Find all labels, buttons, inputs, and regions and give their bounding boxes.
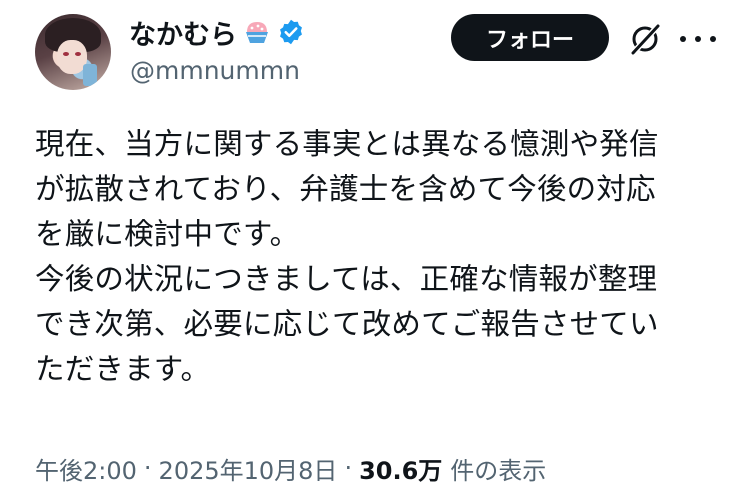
- views-label: 件の表示: [450, 456, 547, 485]
- post-text-line: が拡散されており、弁護士を含めて今後の対応: [35, 172, 656, 206]
- post-text: 現在、当方に関する事実とは異なる憶測や発信 が拡散されており、弁護士を含めて今後…: [35, 122, 725, 392]
- grok-icon[interactable]: [628, 22, 662, 56]
- meta-separator: ·: [143, 454, 152, 482]
- post-text-line: でき次第、必要に応じて改めてご報告させてい: [35, 307, 659, 341]
- views-count[interactable]: 30.6万: [359, 451, 442, 486]
- more-dot: [695, 36, 701, 42]
- post-time[interactable]: 午後2:00: [35, 451, 137, 486]
- user-handle[interactable]: @mmnummn: [130, 56, 300, 85]
- name-row: なかむら: [129, 13, 305, 52]
- shaved-ice-emoji-icon: [246, 22, 268, 43]
- more-dot: [710, 36, 716, 42]
- post-text-line: を厳に検討中です。: [35, 217, 300, 251]
- post-text-line: ただきます。: [35, 352, 211, 386]
- post-text-line: 今後の状況につきましては、正確な情報が整理: [35, 262, 658, 296]
- avatar[interactable]: [35, 14, 111, 90]
- display-name[interactable]: なかむら: [129, 13, 237, 52]
- follow-button[interactable]: フォロー: [451, 14, 609, 61]
- more-dots-icon[interactable]: [680, 22, 716, 56]
- post-date[interactable]: 2025年10月8日: [159, 451, 338, 486]
- avatar-eye-left: [63, 52, 69, 56]
- avatar-drink: [83, 64, 97, 86]
- avatar-eye-right: [75, 52, 81, 56]
- meta-separator: ·: [344, 454, 353, 482]
- more-dot: [680, 36, 686, 42]
- post-text-line: 現在、当方に関する事実とは異なる憶測や発信: [35, 127, 659, 161]
- verified-badge-icon[interactable]: [277, 18, 305, 46]
- post-meta: 午後2:00 · 2025年10月8日 · 30.6万 件の表示: [35, 450, 546, 486]
